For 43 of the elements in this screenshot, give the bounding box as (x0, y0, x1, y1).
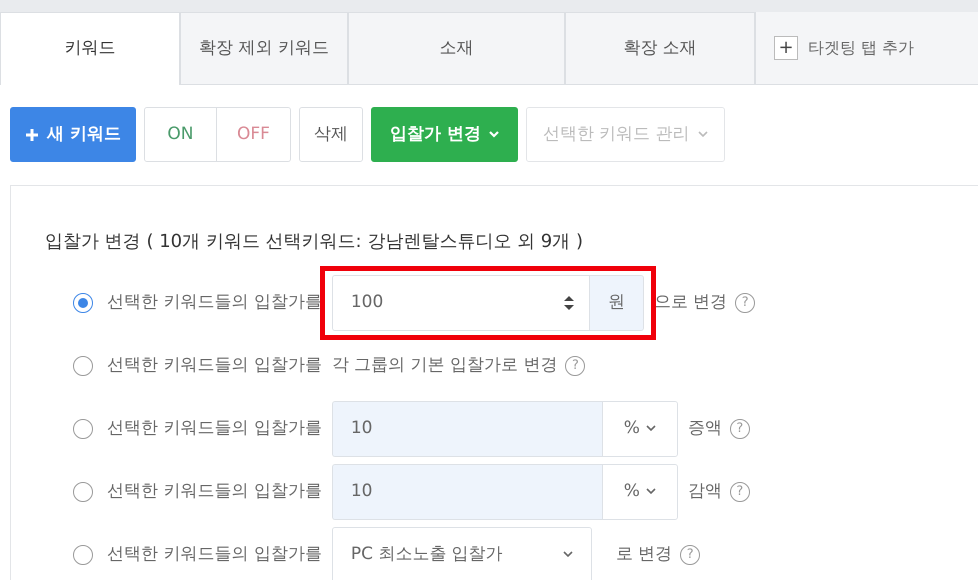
option-label: 선택한 키워드들의 입찰가를 (107, 542, 322, 566)
option-label: 선택한 키워드들의 입찰가를 (107, 290, 322, 314)
help-icon: ? (680, 544, 700, 564)
radio-button[interactable] (73, 292, 93, 312)
radio-button[interactable] (73, 482, 93, 502)
on-button[interactable]: ON (144, 107, 217, 162)
tab[interactable]: 키워드 (0, 12, 180, 85)
help-icon: ? (735, 292, 756, 312)
plus-icon (25, 128, 39, 142)
option-label: 선택한 키워드들의 입찰가를 (107, 354, 322, 377)
help-icon: ? (565, 356, 586, 376)
tab[interactable]: 확장 제외 키워드 (180, 12, 348, 84)
radio-button[interactable] (73, 418, 93, 438)
help-icon: ? (730, 418, 750, 438)
bid-type-dropdown[interactable]: PC 최소노출 입찰가 (332, 526, 592, 580)
panel-heading: 입찰가 변경 ( 10개 키워드 선택키워드: 강남렌탈스튜디오 외 9개 ) (45, 230, 584, 254)
help-icon: ? (730, 482, 750, 502)
add-tab-button[interactable]: + 타겟팅 탭 추가 (755, 12, 978, 84)
radio-button[interactable] (73, 544, 93, 564)
unit-label: 원 (588, 274, 644, 330)
option-suffix: 각 그룹의 기본 입찰가로 변경 (332, 354, 558, 377)
chevron-down-icon (562, 551, 573, 558)
percent-field[interactable]: 10 (332, 400, 602, 456)
add-tab-label: 타겟팅 탭 추가 (808, 37, 914, 59)
option-suffix: 감액 (688, 480, 722, 503)
radio-button[interactable] (73, 356, 93, 376)
plus-icon: + (774, 36, 798, 60)
delete-button[interactable]: 삭제 (298, 107, 363, 162)
chevron-down-icon (488, 131, 499, 138)
percent-field[interactable]: 10 (332, 464, 602, 520)
tab[interactable]: 소재 (348, 12, 565, 84)
option-suffix: 으로 변경 (654, 290, 728, 314)
chevron-down-icon (646, 425, 656, 432)
option-suffix: 증액 (688, 416, 722, 440)
chevron-down-icon (698, 131, 708, 138)
option-suffix: 로 변경 (616, 542, 672, 566)
tab[interactable]: 확장 소재 (565, 12, 755, 84)
new-keyword-button[interactable]: 새 키워드 (10, 107, 136, 162)
chevron-down-icon (646, 488, 656, 495)
unit-dropdown[interactable]: % (602, 400, 678, 456)
unit-dropdown[interactable]: % (602, 464, 678, 520)
option-label: 선택한 키워드들의 입찰가를 (107, 416, 322, 440)
option-label: 선택한 키워드들의 입찰가를 (107, 480, 322, 503)
